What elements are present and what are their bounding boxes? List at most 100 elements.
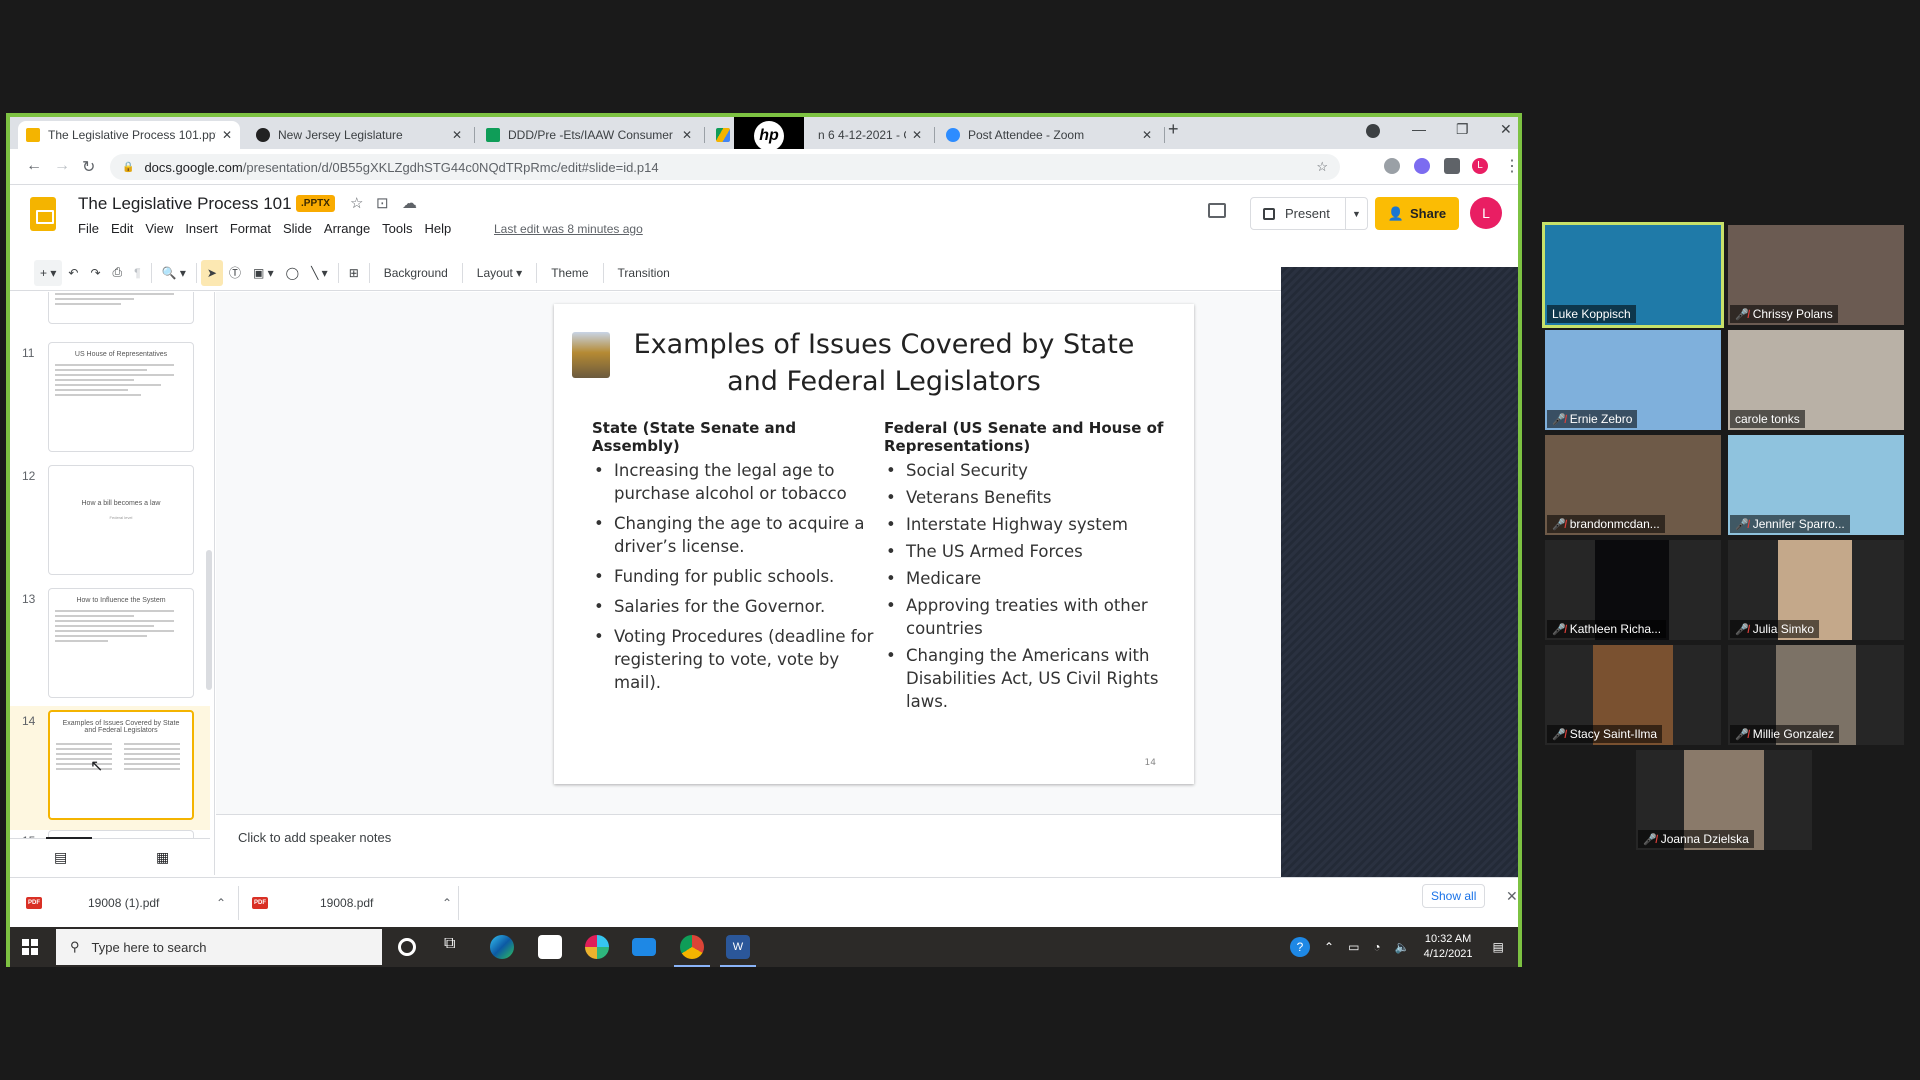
bookmark-star-icon[interactable]: ☆ <box>1316 159 1328 175</box>
chrome-icon[interactable] <box>674 935 710 967</box>
browser-menu-icon[interactable]: ⋮ <box>1504 156 1518 176</box>
federal-column-heading[interactable]: Federal (US Senate and House of Represen… <box>884 419 1174 455</box>
comment-add-icon[interactable]: ⊞ <box>343 260 365 286</box>
undo-icon[interactable]: ↶ <box>62 260 84 286</box>
volume-icon[interactable]: 🔈 <box>1395 940 1410 954</box>
grid-view-icon[interactable]: ▦ <box>156 849 169 866</box>
menu-file[interactable]: File <box>78 221 99 236</box>
extensions-puzzle-icon[interactable] <box>1444 158 1460 174</box>
battery-icon[interactable]: ▭ <box>1348 940 1359 954</box>
edge-icon[interactable] <box>490 935 514 959</box>
state-column-heading[interactable]: State (State Senate and Assembly) <box>592 419 822 455</box>
new-slide-icon[interactable]: + ▾ <box>34 259 63 286</box>
close-tab-icon[interactable]: ✕ <box>1142 128 1152 142</box>
text-box-icon[interactable]: Ⓣ <box>223 260 247 286</box>
microsoft-store-icon[interactable] <box>538 935 562 959</box>
browser-tab-sheets[interactable]: DDD/Pre -Ets/IAAW Consumer t ✕ <box>478 121 700 149</box>
minimize-button[interactable]: — <box>1412 121 1426 137</box>
slide-thumbnail-12[interactable]: 12 How a bill becomes a law Federal leve… <box>10 465 210 587</box>
participant-tile[interactable]: Luke Koppisch <box>1542 222 1724 328</box>
menu-edit[interactable]: Edit <box>111 221 133 236</box>
show-all-downloads-button[interactable]: Show all <box>1422 884 1486 908</box>
account-avatar[interactable]: L <box>1470 197 1502 229</box>
close-tab-icon[interactable]: ✕ <box>912 128 922 142</box>
forward-icon[interactable]: → <box>54 157 70 175</box>
participant-tile[interactable]: 🎤̸ Jennifer Sparro... <box>1728 435 1904 535</box>
paint-format-icon[interactable]: ¶ <box>128 260 146 286</box>
comments-icon[interactable] <box>1208 203 1226 218</box>
participant-tile[interactable]: 🎤̸ Stacy Saint-Ilma <box>1545 645 1721 745</box>
profile-avatar[interactable]: L <box>1472 158 1488 174</box>
menu-help[interactable]: Help <box>425 221 452 236</box>
participant-tile[interactable]: 🎤̸ Chrissy Polans <box>1728 225 1904 325</box>
participant-tile[interactable]: 🎤̸ Joanna Dzielska <box>1636 750 1812 850</box>
browser-tab-nj-legislature[interactable]: New Jersey Legislature ✕ <box>248 121 470 149</box>
move-folder-icon[interactable]: ⊡ <box>376 194 389 212</box>
slide-title[interactable]: Examples of Issues Covered by State and … <box>604 326 1164 400</box>
participant-tile[interactable]: 🎤̸ Kathleen Richa... <box>1545 540 1721 640</box>
taskbar-clock[interactable]: 10:32 AM 4/12/2021 <box>1424 932 1473 962</box>
close-tab-icon[interactable]: ✕ <box>222 128 232 142</box>
download-item[interactable]: PDF 19008 (1).pdf ⌃ <box>26 878 226 928</box>
google-slides-logo[interactable] <box>30 197 56 231</box>
document-title[interactable]: The Legislative Process 101 <box>78 194 292 214</box>
menu-tools[interactable]: Tools <box>382 221 412 236</box>
theme-button[interactable]: Theme <box>541 266 598 280</box>
slack-icon[interactable] <box>585 935 609 959</box>
slide-thumbnail-11[interactable]: 11 US House of Representatives <box>10 342 210 464</box>
layout-button[interactable]: Layout ▾ <box>467 266 532 280</box>
zoom-icon[interactable]: 🔍 ▾ <box>156 260 192 286</box>
windows-start-icon[interactable] <box>22 939 38 955</box>
current-slide[interactable]: Examples of Issues Covered by State and … <box>554 304 1194 784</box>
task-view-icon[interactable]: ⧉ <box>444 935 468 959</box>
reload-icon[interactable]: ↻ <box>82 157 95 177</box>
show-hidden-icons-chevron[interactable]: ⌃ <box>1324 940 1334 954</box>
notifications-icon[interactable]: ▤ <box>1493 940 1504 954</box>
menu-slide[interactable]: Slide <box>283 221 312 236</box>
address-bar[interactable]: 🔒 docs.google.com/presentation/d/0B55gXK… <box>110 154 1340 180</box>
close-downloads-icon[interactable]: ✕ <box>1506 888 1518 905</box>
line-icon[interactable]: ╲ ▾ <box>305 260 334 286</box>
participant-tile[interactable]: carole tonks <box>1728 330 1904 430</box>
menu-arrange[interactable]: Arrange <box>324 221 370 236</box>
taskbar-search-box[interactable]: ⚲ Type here to search <box>56 929 382 965</box>
filmstrip-scrollbar[interactable] <box>206 550 212 690</box>
state-issues-list[interactable]: Increasing the legal age to purchase alc… <box>592 459 882 701</box>
extension-gear-icon[interactable] <box>1414 158 1430 174</box>
participant-tile[interactable]: 🎤̸ Julia Simko <box>1728 540 1904 640</box>
transition-button[interactable]: Transition <box>608 266 680 280</box>
participant-tile[interactable]: 🎤̸ Millie Gonzalez <box>1728 645 1904 745</box>
present-button[interactable]: Present ▼ <box>1250 197 1368 230</box>
word-icon[interactable]: W <box>720 935 756 967</box>
participant-tile[interactable]: 🎤̸ Ernie Zebro <box>1545 330 1721 430</box>
close-tab-icon[interactable]: ✕ <box>452 128 462 142</box>
mail-icon[interactable] <box>632 938 656 956</box>
federal-issues-list[interactable]: Social Security Veterans Benefits Inters… <box>884 459 1174 720</box>
wifi-icon[interactable]: ◔ <box>1373 940 1380 954</box>
background-button[interactable]: Background <box>374 266 458 280</box>
back-icon[interactable]: ← <box>26 157 42 175</box>
download-menu-chevron-icon[interactable]: ⌃ <box>442 896 452 910</box>
participant-tile[interactable]: 🎤̸ brandonmcdan... <box>1545 435 1721 535</box>
cloud-status-icon[interactable]: ☁ <box>402 194 417 212</box>
browser-tab-zoom[interactable]: Post Attendee - Zoom ✕ <box>938 121 1160 149</box>
new-tab-button[interactable]: + <box>1168 119 1179 140</box>
download-menu-chevron-icon[interactable]: ⌃ <box>216 896 226 910</box>
browser-tab-slides[interactable]: The Legislative Process 101.pptx ✕ <box>18 121 240 149</box>
restore-button[interactable]: ❐ <box>1456 121 1469 138</box>
menu-format[interactable]: Format <box>230 221 271 236</box>
share-button[interactable]: 👤 Share <box>1375 197 1459 230</box>
close-tab-icon[interactable]: ✕ <box>682 128 692 142</box>
shape-icon[interactable]: ◯ <box>280 260 305 286</box>
filmstrip-view-icon[interactable]: ▤ <box>54 849 67 866</box>
tab-search-icon[interactable] <box>1366 124 1380 138</box>
print-icon[interactable]: ⎙ <box>107 260 129 286</box>
extension-icon[interactable] <box>1384 158 1400 174</box>
help-icon[interactable]: ? <box>1290 937 1310 957</box>
image-icon[interactable]: ▣ ▾ <box>247 260 280 286</box>
menu-insert[interactable]: Insert <box>185 221 218 236</box>
present-dropdown-icon[interactable]: ▼ <box>1345 198 1367 229</box>
star-icon[interactable]: ☆ <box>350 194 363 212</box>
menu-view[interactable]: View <box>145 221 173 236</box>
close-window-button[interactable]: ✕ <box>1500 121 1512 138</box>
